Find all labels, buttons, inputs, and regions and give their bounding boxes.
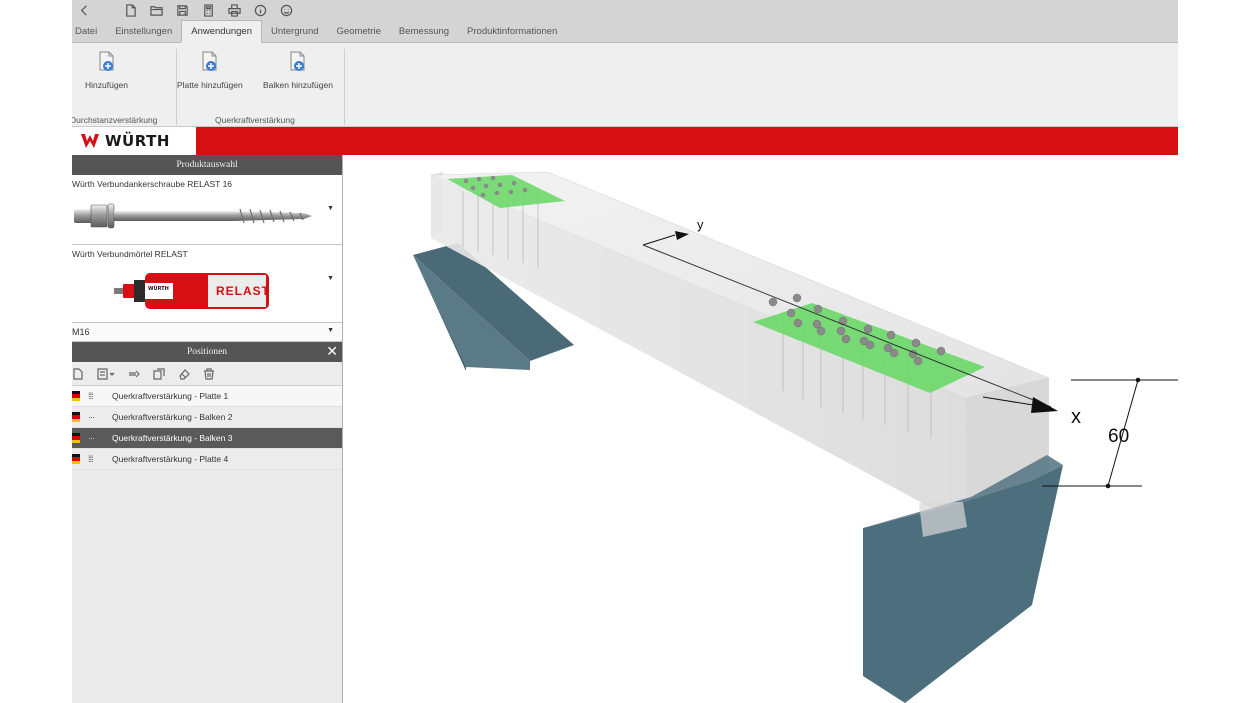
new-file-icon[interactable]: [122, 2, 138, 18]
position-row-selected[interactable]: ··· Querkraftverstärkung - Balken 3: [72, 428, 342, 449]
move-icon[interactable]: [128, 368, 140, 380]
anchor-dropdown[interactable]: Würth Verbundankerschraube RELAST 16 ▼: [72, 175, 342, 245]
anchor-label: Würth Verbundankerschraube RELAST 16: [72, 179, 233, 189]
tab-bemessung[interactable]: Bemessung: [390, 21, 458, 42]
add-punching-reinforcement-button[interactable]: Hinzufügen: [85, 51, 128, 90]
grid-dots-icon: ⁞⁞⁞: [88, 391, 94, 401]
close-icon[interactable]: ✕: [326, 342, 338, 361]
durchstanz-group-label: Durchstanzverstärkung: [72, 115, 158, 125]
wurth-logo-icon: [81, 134, 99, 148]
position-label: Querkraftverstärkung - Balken 2: [112, 412, 233, 422]
quick-access-toolbar: [72, 0, 1178, 20]
tab-anwendungen[interactable]: Anwendungen: [181, 20, 262, 43]
new-position-icon[interactable]: [72, 367, 84, 380]
chevron-down-icon: ▼: [327, 205, 334, 212]
left-panel: Produktauswahl Würth Verbundankerschraub…: [72, 155, 343, 703]
chevron-down-icon: ▼: [327, 275, 334, 282]
wurth-logo: WÜRTH: [72, 127, 196, 155]
app-window: Datei Einstellungen Anwendungen Untergru…: [72, 0, 1178, 703]
position-row[interactable]: ⁞⁞⁞ Querkraftverstärkung - Platte 1: [72, 386, 342, 407]
cartridge-brand-text: WÜRTH: [148, 286, 169, 292]
open-folder-icon[interactable]: [148, 2, 164, 18]
x-axis-label: x: [1071, 406, 1081, 428]
tab-produktinformationen[interactable]: Produktinformationen: [458, 21, 566, 42]
beam-3d-scene: y x 60: [413, 171, 1178, 703]
eraser-icon[interactable]: [178, 368, 190, 380]
querkraft-group-label: Querkraftverstärkung: [215, 115, 295, 125]
y-axis-label: y: [697, 217, 704, 232]
dots-icon: ···: [88, 433, 95, 443]
flag-de-icon: [72, 391, 80, 401]
position-label: Querkraftverstärkung - Platte 4: [112, 454, 229, 464]
tab-untergrund[interactable]: Untergrund: [262, 21, 328, 42]
position-row[interactable]: ⁞⁞⁞ Querkraftverstärkung - Platte 4: [72, 449, 342, 470]
ribbon-panel: Hinzufügen Durchstanzverstärkung Platte …: [72, 43, 1178, 127]
add-beam-button[interactable]: Balken hinzufügen: [263, 51, 333, 90]
add-beam-icon: [290, 51, 305, 71]
position-label: Querkraftverstärkung - Platte 1: [112, 391, 229, 401]
anchor-screw-image: [74, 203, 312, 229]
mortar-dropdown[interactable]: Würth Verbundmörtel RELAST WÜRTH RELAST …: [72, 245, 342, 323]
save-icon[interactable]: [174, 2, 190, 18]
add-beam-label: Balken hinzufügen: [263, 80, 333, 90]
cartridge-product-text: RELAST: [216, 284, 270, 298]
smiley-icon[interactable]: [278, 2, 294, 18]
calculator-icon[interactable]: [200, 2, 216, 18]
tab-geometrie[interactable]: Geometrie: [328, 21, 390, 42]
flag-de-icon: [72, 454, 80, 464]
size-value: M16: [72, 327, 90, 337]
tab-datei[interactable]: Datei: [72, 21, 106, 42]
flag-de-icon: [72, 433, 80, 443]
tab-einstellungen[interactable]: Einstellungen: [106, 21, 181, 42]
flag-de-icon: [72, 412, 80, 422]
ribbon-separator: [344, 49, 345, 125]
wurth-wordmark: WÜRTH: [105, 132, 170, 150]
position-label: Querkraftverstärkung - Balken 3: [112, 433, 233, 443]
copy-icon[interactable]: [153, 367, 165, 380]
mortar-cartridge-image: WÜRTH RELAST: [112, 269, 272, 313]
add-plate-icon: [202, 51, 217, 71]
ribbon-group-querkraft: Platte hinzufügen Balken hinzufügen Quer…: [177, 43, 347, 127]
ribbon-tabs: Datei Einstellungen Anwendungen Untergru…: [72, 20, 1178, 43]
info-icon[interactable]: [252, 2, 268, 18]
positions-title: Positionen: [186, 347, 228, 357]
positions-header: Positionen ✕: [72, 342, 342, 362]
add-punching-label: Hinzufügen: [85, 80, 129, 90]
print-icon[interactable]: [226, 2, 242, 18]
add-plate-button[interactable]: Platte hinzufügen: [177, 51, 243, 90]
position-row[interactable]: ··· Querkraftverstärkung - Balken 2: [72, 407, 342, 428]
brand-bar: WÜRTH: [72, 127, 1178, 155]
positions-toolbar: [72, 362, 342, 386]
dimension-value: 60: [1108, 426, 1129, 447]
size-dropdown[interactable]: M16 ▼: [72, 323, 342, 342]
add-plate-label: Platte hinzufügen: [177, 80, 243, 90]
back-arrow-icon[interactable]: [76, 2, 92, 18]
chevron-down-icon: ▼: [327, 327, 334, 334]
product-selection-header: Produktauswahl: [72, 155, 342, 175]
list-dropdown-icon[interactable]: [97, 367, 115, 380]
add-document-icon: [99, 51, 113, 71]
mortar-label: Würth Verbundmörtel RELAST: [72, 249, 188, 259]
dots-icon: ···: [88, 412, 95, 422]
trash-icon[interactable]: [203, 367, 215, 380]
grid-dots-icon: ⁞⁞⁞: [88, 454, 94, 464]
ribbon-group-durchstanz: Hinzufügen Durchstanzverstärkung: [72, 43, 176, 127]
3d-viewport[interactable]: y x 60: [343, 155, 1178, 703]
